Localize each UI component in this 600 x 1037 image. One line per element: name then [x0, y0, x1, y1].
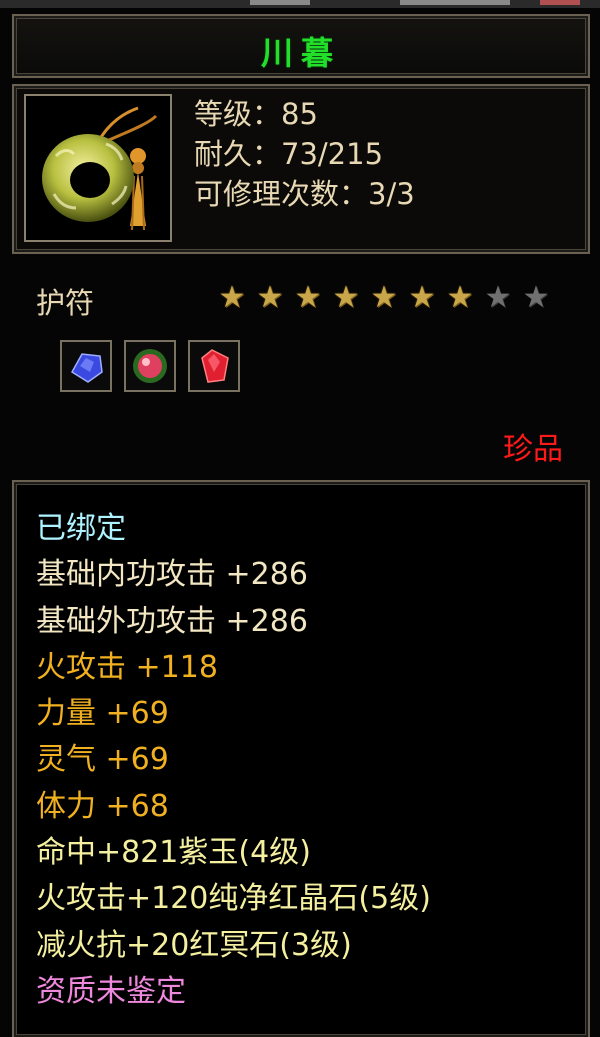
green-red-orb-gem-icon[interactable] [124, 340, 176, 392]
attribute-line: 火攻击 +118 [36, 649, 218, 685]
star-lit-icon: ★ [332, 280, 360, 315]
item-tooltip-panel: 川暮 等级：85 耐久：73/215 可修理次数：3/3 护符 ★ ★ ★ ★ … [0, 0, 600, 1037]
star-empty-icon: ★ [484, 280, 512, 315]
star-lit-icon: ★ [370, 280, 398, 315]
item-type: 护符 [36, 286, 95, 320]
item-repair-count: 可修理次数：3/3 [194, 177, 415, 211]
blue-sapphire-gem-icon[interactable] [60, 340, 112, 392]
star-lit-icon: ★ [446, 280, 474, 315]
star-lit-icon: ★ [256, 280, 284, 315]
red-crystal-gem-icon[interactable] [188, 340, 240, 392]
item-level: 等级：85 [194, 97, 318, 131]
attribute-line: 灵气 +69 [36, 742, 169, 778]
item-name: 川暮 [260, 34, 341, 72]
attribute-line: 已绑定 [36, 511, 126, 546]
gem-sockets [60, 340, 240, 392]
attribute-line: 资质未鉴定 [36, 973, 186, 1009]
top-decoration [0, 0, 600, 8]
attribute-line: 火攻击+120纯净红晶石(5级) [36, 881, 431, 917]
attribute-list: 已绑定基础内功攻击 +286 基础外功攻击 +286 火攻击 +118 力量 +69 灵… [36, 506, 431, 1015]
attribute-line: 基础外功攻击 +286 [36, 603, 308, 639]
attribute-line: 基础内功攻击 +286 [36, 557, 308, 593]
star-lit-icon: ★ [408, 280, 436, 315]
star-lit-icon: ★ [294, 280, 322, 315]
star-empty-icon: ★ [522, 280, 550, 315]
attribute-line: 体力 +68 [36, 788, 169, 824]
item-stats: 等级：85 耐久：73/215 可修理次数：3/3 [194, 94, 415, 214]
star-lit-icon: ★ [218, 280, 246, 315]
attribute-line: 力量 +69 [36, 696, 169, 732]
attribute-line: 减火抗+20红冥石(3级) [36, 927, 352, 963]
jade-ring-amulet-icon[interactable] [24, 94, 172, 242]
item-info-box: 等级：85 耐久：73/215 可修理次数：3/3 [12, 84, 590, 254]
item-durability: 耐久：73/215 [194, 137, 384, 171]
quality-badge: 珍品 [503, 432, 563, 467]
star-rating: ★ ★ ★ ★ ★ ★ ★ ★ ★ [216, 282, 552, 314]
title-bar: 川暮 [12, 14, 590, 78]
attribute-line: 命中+821紫玉(4级) [36, 835, 311, 871]
